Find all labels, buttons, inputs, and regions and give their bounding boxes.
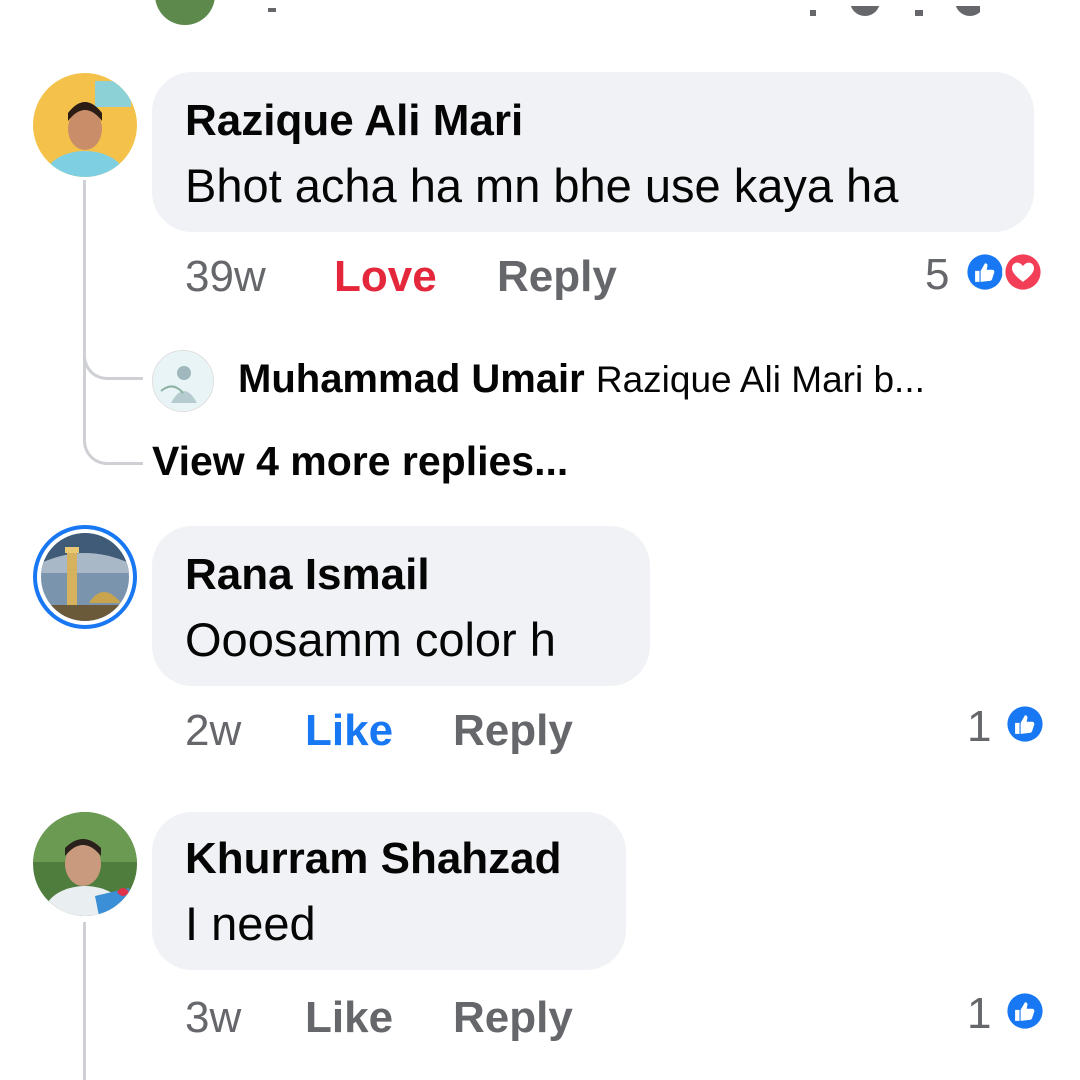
reaction-summary[interactable]: 1 bbox=[967, 700, 1057, 751]
reply-snippet: Razique Ali Mari b... bbox=[595, 359, 925, 400]
love-icon bbox=[1001, 250, 1045, 299]
reply-button[interactable]: Reply bbox=[497, 252, 617, 302]
comment-text: Bhot acha ha mn bhe use kaya ha bbox=[185, 159, 899, 212]
like-icon bbox=[1003, 989, 1047, 1038]
reply-author[interactable]: Muhammad Umair bbox=[238, 357, 585, 401]
partial-meta bbox=[268, 8, 276, 12]
comment-timestamp[interactable]: 2w bbox=[185, 706, 241, 756]
comment-author[interactable]: Rana Ismail bbox=[185, 550, 430, 600]
comment-text: I need bbox=[185, 897, 316, 950]
avatar[interactable] bbox=[33, 73, 137, 177]
comment-author[interactable]: Khurram Shahzad bbox=[185, 834, 562, 884]
view-more-replies[interactable]: View 4 more replies... bbox=[152, 438, 568, 485]
thread-line bbox=[83, 180, 86, 440]
comment-bubble[interactable]: Rana Ismail Ooosamm color h bbox=[152, 526, 650, 686]
reaction-summary[interactable]: 5 bbox=[925, 248, 1055, 299]
reply-button[interactable]: Reply bbox=[453, 993, 573, 1043]
comment-timestamp[interactable]: 39w bbox=[185, 252, 266, 302]
reaction-count: 5 bbox=[925, 250, 950, 299]
thread-branch bbox=[83, 420, 143, 465]
love-button[interactable]: Love bbox=[334, 252, 437, 302]
comment-bubble[interactable]: Khurram Shahzad I need bbox=[152, 812, 626, 970]
like-icon bbox=[1003, 702, 1047, 751]
thread-line bbox=[83, 922, 86, 1080]
reply-button[interactable]: Reply bbox=[453, 706, 573, 756]
reply-avatar[interactable] bbox=[152, 350, 214, 412]
avatar[interactable] bbox=[33, 812, 137, 916]
like-button[interactable]: Like bbox=[305, 706, 393, 756]
reaction-count: 1 bbox=[967, 702, 992, 751]
thread-branch bbox=[83, 340, 143, 380]
comment-timestamp[interactable]: 3w bbox=[185, 993, 241, 1043]
avatar[interactable] bbox=[33, 525, 137, 629]
partial-reaction bbox=[810, 6, 980, 20]
reply-preview[interactable]: Muhammad Umair Razique Ali Mari b... bbox=[238, 357, 925, 402]
avatar-partial bbox=[155, 0, 215, 25]
comment-text: Ooosamm color h bbox=[185, 613, 556, 666]
reaction-count: 1 bbox=[967, 989, 992, 1038]
comment-bubble[interactable]: Razique Ali Mari Bhot acha ha mn bhe use… bbox=[152, 72, 1034, 232]
reaction-summary[interactable]: 1 bbox=[967, 987, 1057, 1038]
like-button[interactable]: Like bbox=[305, 993, 393, 1043]
comment-author[interactable]: Razique Ali Mari bbox=[185, 96, 523, 146]
